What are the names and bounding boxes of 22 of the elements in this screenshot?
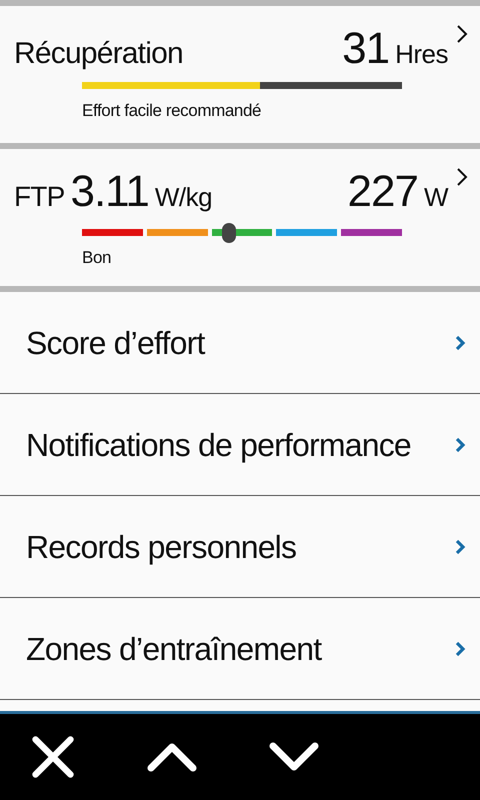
recovery-unit: Hres — [395, 39, 448, 70]
scroll-up-button[interactable] — [146, 741, 198, 773]
chevron-icon — [454, 334, 466, 352]
chevron-icon — [454, 538, 466, 556]
chevron-down-icon — [268, 741, 320, 773]
ftp-ratio-unit: W/kg — [154, 182, 212, 213]
recovery-title: Récupération — [14, 37, 184, 71]
close-icon — [30, 734, 76, 780]
recovery-message: Effort facile recommandé — [82, 101, 262, 121]
chevron-icon — [456, 24, 468, 44]
chevron-icon — [456, 167, 468, 187]
chevron-icon — [454, 640, 466, 658]
chevron-icon — [454, 436, 466, 454]
ftp-power: 227 — [348, 167, 418, 217]
chevron-up-icon — [146, 741, 198, 773]
close-button[interactable] — [30, 734, 76, 780]
scroll-down-button[interactable] — [268, 741, 320, 773]
ftp-title: FTP — [14, 181, 64, 213]
ftp-rating: Bon — [82, 248, 112, 268]
ftp-power-unit: W — [424, 182, 448, 213]
ftp-ratio: 3.11 — [70, 167, 149, 217]
recovery-value: 31 — [342, 24, 390, 74]
